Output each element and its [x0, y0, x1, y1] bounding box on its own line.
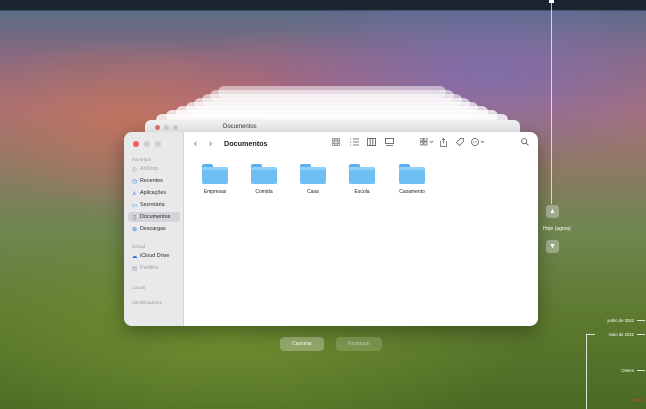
- sidebar-item-label: Recentes: [140, 178, 163, 184]
- sidebar-item-label: Aplicações: [140, 190, 167, 196]
- back-chevron-icon[interactable]: ‹: [194, 138, 197, 148]
- timeline-label-may-2022[interactable]: maio de 2022: [574, 332, 634, 337]
- cancel-button[interactable]: Cancelar: [280, 337, 324, 351]
- timeline-top-marker: [549, 0, 554, 3]
- restore-button[interactable]: Restaurar: [336, 337, 382, 351]
- timeline-bracket: [586, 334, 595, 335]
- timeline-guide-line: [551, 0, 552, 204]
- close-button[interactable]: [133, 141, 139, 147]
- chevron-down-icon: ▼: [549, 243, 556, 250]
- desktop-icon: ▭: [131, 202, 138, 209]
- zoom-button[interactable]: [155, 141, 161, 147]
- timeline-label-june-2022[interactable]: junho de 2022: [574, 318, 634, 323]
- toolbar: ‹ › Documentos: [184, 132, 538, 156]
- chevron-up-icon: ▲: [549, 208, 556, 215]
- gallery-view-icon[interactable]: [385, 138, 394, 148]
- apps-icon: ⋏: [132, 190, 137, 197]
- group-by-icon[interactable]: [419, 137, 434, 148]
- older-snapshot-button[interactable]: ▲: [546, 205, 559, 218]
- folder-label: Casa: [307, 189, 319, 195]
- timeline-tick: [637, 370, 645, 371]
- sidebar-item-label: Secretária: [140, 202, 165, 208]
- sidebar-item-secretaria[interactable]: ▭ Secretária: [128, 200, 180, 210]
- folder-icon: [251, 164, 277, 184]
- sidebar-item-icloud-drive[interactable]: ☁ iCloud Drive: [128, 251, 180, 261]
- sidebar-item-partilha[interactable]: ▤ Partilha: [128, 263, 180, 273]
- traffic-lights: [133, 141, 161, 147]
- sidebar-section-locations: Locais: [132, 285, 146, 290]
- sidebar-item-label: AirDrop: [140, 166, 159, 172]
- icon-view-icon[interactable]: [331, 137, 341, 148]
- sidebar-item-label: iCloud Drive: [140, 253, 170, 259]
- timeline-tick: [637, 320, 645, 321]
- folder-item[interactable]: Comida: [244, 164, 284, 195]
- sidebar-item-label: Documentos: [140, 214, 171, 220]
- share-icon[interactable]: [440, 138, 447, 149]
- sidebar-item-label: Partilha: [140, 265, 159, 271]
- folder-icon: [202, 164, 228, 184]
- sidebar-item-airdrop[interactable]: ◎ AirDrop: [128, 164, 180, 174]
- folder-item[interactable]: Escola: [342, 164, 382, 195]
- download-icon: ⊕: [131, 226, 138, 233]
- sidebar: Favoritos ◎ AirDrop ◷ Recentes ⋏ Aplicaç…: [124, 132, 184, 326]
- shared-folder-icon: ▤: [131, 265, 138, 272]
- window-title: Documentos: [224, 139, 268, 148]
- snapshot-title: Documentos: [223, 124, 257, 130]
- minimize-button[interactable]: [144, 141, 150, 147]
- document-icon: ▯: [132, 214, 137, 221]
- cloud-icon: ☁: [131, 253, 138, 260]
- sidebar-section-icloud: iCloud: [132, 244, 146, 249]
- newer-snapshot-button[interactable]: ▼: [546, 240, 559, 253]
- folder-label: Empresas: [203, 189, 227, 195]
- folder-icon: [349, 164, 375, 184]
- current-snapshot-label: Hoje (agora): [543, 226, 571, 232]
- timeline-tick: [637, 334, 645, 335]
- clock-icon: ◷: [131, 178, 138, 185]
- finder-window[interactable]: Favoritos ◎ AirDrop ◷ Recentes ⋏ Aplicaç…: [124, 132, 538, 326]
- sidebar-item-descargas[interactable]: ⊕ Descargas: [128, 224, 180, 234]
- folder-icon: [300, 164, 326, 184]
- sidebar-item-recentes[interactable]: ◷ Recentes: [128, 176, 180, 186]
- folder-item[interactable]: Empresas: [195, 164, 235, 195]
- sidebar-item-aplicacoes[interactable]: ⋏ Aplicações: [128, 188, 180, 198]
- forward-chevron-icon[interactable]: ›: [209, 138, 212, 148]
- timeline-label-yesterday[interactable]: Ontem: [574, 368, 634, 373]
- folder-icon: [399, 164, 425, 184]
- sidebar-section-favorites: Favoritos: [132, 157, 151, 162]
- column-view-icon[interactable]: [367, 138, 376, 148]
- airdrop-icon: ◎: [131, 166, 138, 173]
- sidebar-item-documentos[interactable]: ▯ Documentos: [128, 212, 180, 222]
- list-view-icon[interactable]: [350, 138, 359, 148]
- folder-label: Casamento: [399, 189, 425, 195]
- folder-item[interactable]: Casa: [293, 164, 333, 195]
- sidebar-section-tags: Identificadores: [132, 300, 162, 305]
- folder-label: Escola: [354, 189, 370, 195]
- more-actions-icon[interactable]: [471, 138, 485, 148]
- tag-icon[interactable]: [456, 138, 464, 148]
- search-icon[interactable]: [521, 138, 529, 148]
- sidebar-item-label: Descargas: [140, 226, 166, 232]
- snapshot-traffic-lights: [155, 124, 178, 130]
- folder-item[interactable]: Casamento: [392, 164, 432, 195]
- folder-label: Comida: [255, 189, 273, 195]
- timeline-label-now[interactable]: Agora: [584, 398, 644, 402]
